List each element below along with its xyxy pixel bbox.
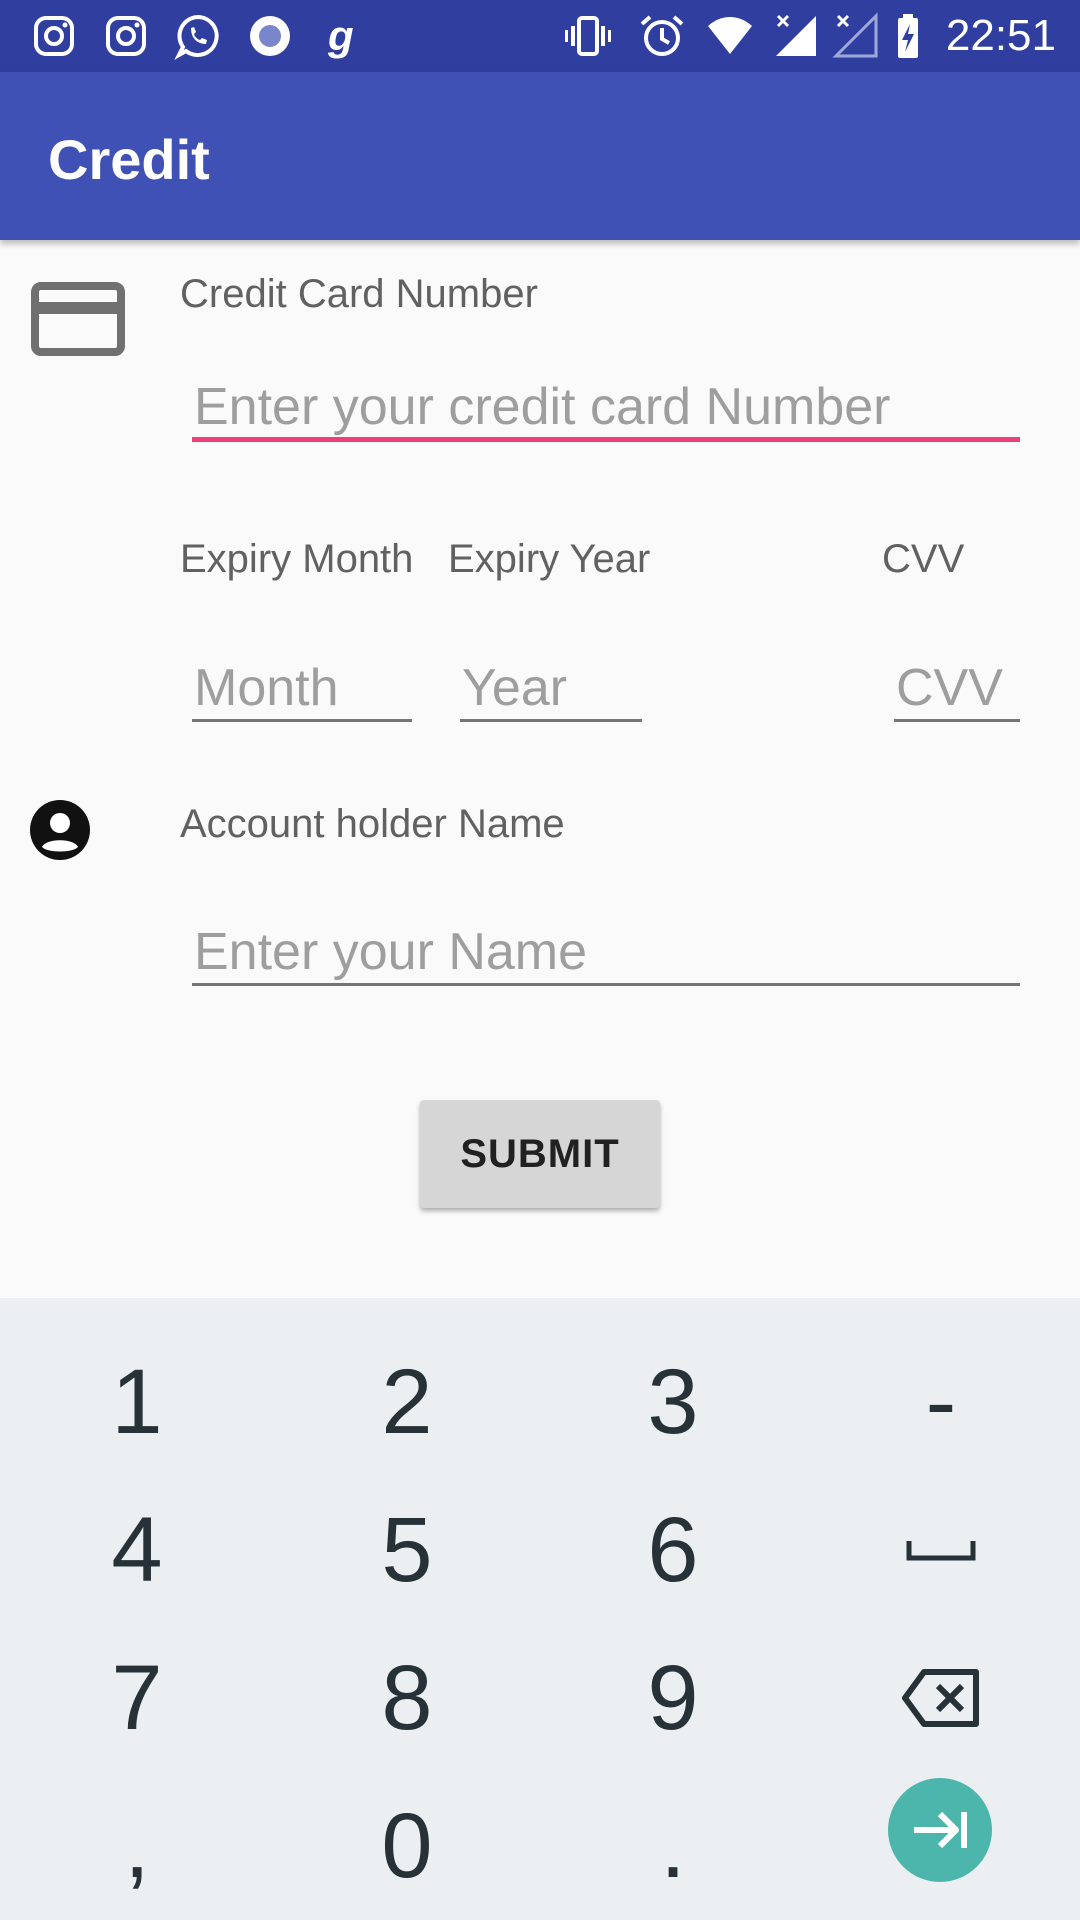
- key-period[interactable]: .: [538, 1772, 808, 1920]
- instagram-icon: [106, 16, 146, 56]
- expiry-year-label: Expiry Year: [448, 537, 651, 581]
- expiry-year-input[interactable]: [460, 656, 642, 722]
- status-clock: 22:51: [945, 11, 1056, 60]
- account-circle-icon: [30, 800, 90, 860]
- whatsapp-icon: [174, 14, 219, 60]
- key-comma[interactable]: ,: [2, 1772, 272, 1920]
- key-9[interactable]: 9: [538, 1624, 808, 1772]
- signal-off-icon: [832, 12, 878, 58]
- vibrate-icon: [565, 16, 611, 56]
- holder-name-input[interactable]: [192, 920, 1020, 986]
- app-bar: Credit: [0, 72, 1080, 240]
- cvv-label: CVV: [882, 537, 965, 581]
- signal-icon: [776, 14, 816, 56]
- key-1[interactable]: 1: [2, 1328, 272, 1476]
- svg-text:g: g: [327, 12, 354, 59]
- page-title: Credit: [48, 128, 210, 191]
- expiry-month-input[interactable]: [192, 656, 412, 722]
- key-0[interactable]: 0: [272, 1772, 542, 1920]
- backspace-icon: [902, 1669, 979, 1727]
- key-backspace[interactable]: [806, 1624, 1076, 1772]
- credit-card-icon: [31, 282, 125, 356]
- alarm-icon: [640, 15, 684, 56]
- status-bar: g 22:51: [0, 0, 1080, 72]
- holder-name-label: Account holder Name: [180, 802, 565, 846]
- key-5[interactable]: 5: [272, 1476, 542, 1624]
- key-6[interactable]: 6: [538, 1476, 808, 1624]
- key-7[interactable]: 7: [2, 1624, 272, 1772]
- key-next[interactable]: [888, 1778, 992, 1882]
- g-icon: g: [327, 12, 354, 59]
- key-space[interactable]: [806, 1476, 1076, 1624]
- key-8[interactable]: 8: [272, 1624, 542, 1772]
- next-icon: [914, 1811, 967, 1849]
- key-4[interactable]: 4: [2, 1476, 272, 1624]
- card-number-label: Credit Card Number: [180, 272, 538, 316]
- key-minus[interactable]: -: [806, 1328, 1076, 1476]
- expiry-month-label: Expiry Month: [180, 537, 414, 581]
- space-icon: [906, 1541, 976, 1561]
- card-number-input[interactable]: [192, 376, 1020, 442]
- key-2[interactable]: 2: [272, 1328, 542, 1476]
- media-icon: [250, 16, 290, 56]
- submit-button[interactable]: SUBMIT: [420, 1100, 660, 1208]
- wifi-icon: [708, 17, 752, 54]
- instagram-icon: [34, 16, 74, 56]
- cvv-input[interactable]: [894, 656, 1020, 722]
- battery-charging-icon: [898, 14, 918, 58]
- key-3[interactable]: 3: [538, 1328, 808, 1476]
